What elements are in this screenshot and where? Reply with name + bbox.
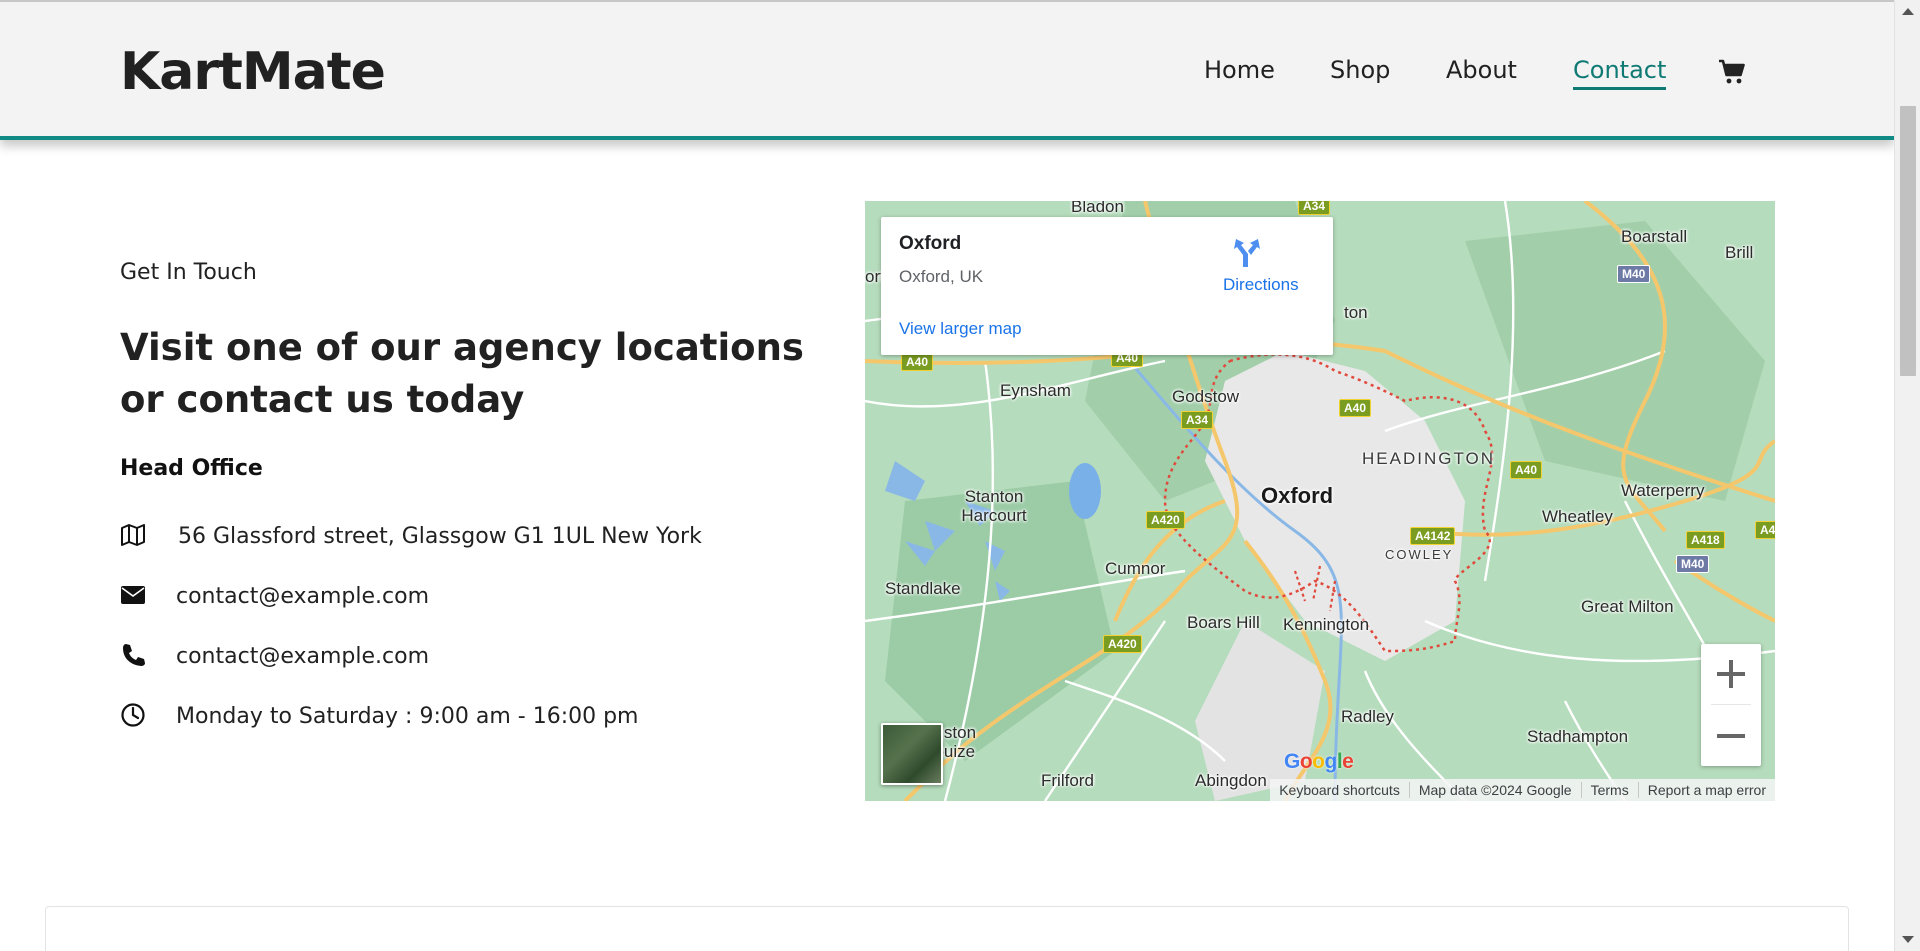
contact-form-card	[45, 906, 1849, 951]
map-label-eynsham: Eynsham	[1000, 381, 1071, 400]
view-larger-map-link[interactable]: View larger map	[899, 319, 1022, 339]
map-label-waterperry: Waterperry	[1621, 481, 1705, 500]
envelope-icon	[121, 586, 145, 604]
map-data-credit: Map data ©2024 Google	[1410, 782, 1582, 798]
map-zoom-control	[1701, 644, 1761, 766]
directions-link[interactable]: Directions	[1223, 275, 1299, 295]
map-label-boarstall: Boarstall	[1621, 227, 1688, 246]
hours-text: Monday to Saturday : 9:00 am - 16:00 pm	[176, 704, 639, 729]
road-shield-a40-left: A40	[901, 353, 934, 371]
map-label-great-milton: Great Milton	[1581, 597, 1674, 616]
road-shield-a420-1: A420	[1146, 511, 1185, 529]
page-scrollbar[interactable]	[1894, 0, 1920, 951]
report-map-error-link[interactable]: Report a map error	[1639, 782, 1775, 798]
road-shield-a4142: A4142	[1410, 527, 1456, 545]
hours-row: Monday to Saturday : 9:00 am - 16:00 pm	[120, 702, 720, 732]
road-shield-m40-bottom: M40	[1676, 555, 1710, 573]
head-office-title: Head Office	[120, 456, 263, 481]
map-label-boars-hill: Boars Hill	[1187, 613, 1260, 632]
map-label-brill: Brill	[1725, 243, 1754, 262]
map-label-headington: HEADINGTON	[1362, 449, 1496, 468]
road-shield-a418: A418	[1686, 531, 1725, 549]
map-icon	[121, 524, 145, 546]
map-label-kennington: Kennington	[1283, 615, 1370, 634]
scroll-down-arrow-icon[interactable]	[1902, 936, 1914, 943]
map-label-stanton-harcourt: Stanton Harcourt	[961, 487, 1027, 525]
nav-contact[interactable]: Contact	[1573, 56, 1667, 90]
map-label-wheatley: Wheatley	[1542, 507, 1613, 526]
road-shield-a420-2: A420	[1103, 635, 1142, 653]
site-logo[interactable]: KartMate	[120, 42, 386, 102]
scroll-up-arrow-icon[interactable]	[1902, 8, 1914, 15]
google-map-embed[interactable]: Bladon Boarstall Brill ton ort Eynsham G…	[865, 201, 1775, 801]
address-text: 56 Glassford street, Glassgow G1 1UL New…	[178, 524, 702, 549]
section-headline: Visit one of our agency locations or con…	[120, 326, 804, 421]
phone-text[interactable]: contact@example.com	[176, 644, 429, 669]
map-label-frilford: Frilford	[1041, 771, 1094, 790]
map-label-radley: Radley	[1341, 707, 1394, 726]
road-shield-a4-edge: A4	[1755, 521, 1775, 539]
road-shield-m40-top: M40	[1617, 265, 1651, 283]
nav-shop[interactable]: Shop	[1330, 56, 1390, 84]
map-label-bladon: Bladon	[1071, 201, 1124, 216]
phone-icon	[123, 644, 145, 666]
zoom-in-button[interactable]	[1701, 644, 1761, 704]
nav-home[interactable]: Home	[1204, 56, 1275, 84]
zoom-separator	[1711, 704, 1751, 705]
zoom-out-button[interactable]	[1701, 706, 1761, 766]
shopping-cart-icon[interactable]	[1718, 58, 1746, 86]
google-logo: Google	[1284, 750, 1354, 773]
road-shield-a40-east: A40	[1510, 461, 1543, 479]
map-label-godstow: Godstow	[1172, 387, 1240, 406]
keyboard-shortcuts-link[interactable]: Keyboard shortcuts	[1270, 782, 1410, 798]
phone-row: contact@example.com	[120, 642, 720, 672]
scrollbar-thumb[interactable]	[1900, 106, 1916, 376]
map-label-abingdon: Abingdon	[1195, 771, 1267, 790]
map-label-oxford: Oxford	[1261, 483, 1334, 508]
terms-link[interactable]: Terms	[1582, 782, 1639, 798]
section-eyebrow: Get In Touch	[120, 260, 257, 285]
map-label-cumnor: Cumnor	[1105, 559, 1166, 578]
map-place-card: Oxford Oxford, UK View larger map Direct…	[881, 217, 1333, 355]
site-header: KartMate Home Shop About Contact	[0, 0, 1894, 140]
road-shield-a40-right: A40	[1339, 399, 1372, 417]
directions-icon[interactable]	[1230, 235, 1264, 269]
nav-about[interactable]: About	[1446, 56, 1517, 84]
map-attribution-bar: Keyboard shortcuts Map data ©2024 Google…	[1270, 779, 1775, 801]
clock-icon	[121, 703, 145, 727]
road-shield-a34: A34	[1181, 411, 1214, 429]
map-label-standlake: Standlake	[885, 579, 961, 598]
road-shield-a34-top: A34	[1298, 201, 1331, 215]
map-place-address: Oxford, UK	[899, 267, 984, 286]
map-label-cowley: COWLEY	[1385, 547, 1454, 562]
map-label-stadhampton: Stadhampton	[1527, 727, 1629, 746]
address-row: 56 Glassford street, Glassgow G1 1UL New…	[120, 522, 720, 552]
email-row: contact@example.com	[120, 582, 720, 612]
satellite-view-toggle[interactable]	[881, 723, 943, 785]
email-text[interactable]: contact@example.com	[176, 584, 429, 609]
map-label-marston-partial: ton	[1344, 303, 1368, 322]
map-place-name: Oxford	[899, 233, 962, 254]
